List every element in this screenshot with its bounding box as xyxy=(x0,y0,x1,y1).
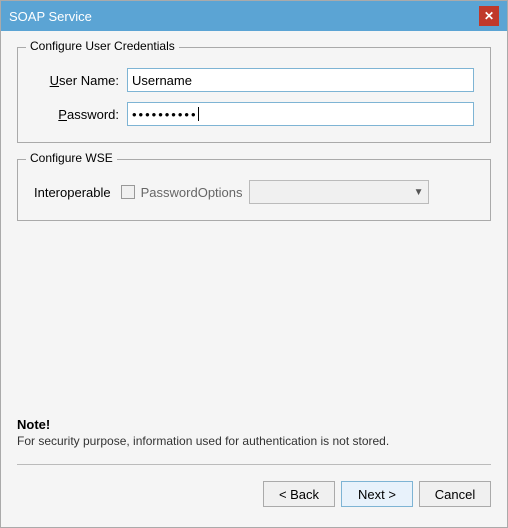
title-bar: SOAP Service ✕ xyxy=(1,1,507,31)
username-label: User Name: xyxy=(34,73,119,88)
password-options-dropdown[interactable]: ▼ xyxy=(249,180,429,204)
password-row: Password: •••••••••• xyxy=(34,102,474,126)
soap-service-window: SOAP Service ✕ Configure User Credential… xyxy=(0,0,508,528)
note-text: For security purpose, information used f… xyxy=(17,434,491,448)
divider xyxy=(17,464,491,465)
password-input-display[interactable]: •••••••••• xyxy=(127,102,474,126)
content-area: Configure User Credentials User Name: Pa… xyxy=(1,31,507,527)
next-button[interactable]: Next > xyxy=(341,481,413,507)
cancel-button[interactable]: Cancel xyxy=(419,481,491,507)
button-row: < Back Next > Cancel xyxy=(17,473,491,511)
note-title: Note! xyxy=(17,417,491,432)
password-dots: •••••••••• xyxy=(132,107,198,122)
wse-row: Interoperable PasswordOptions ▼ xyxy=(34,180,474,204)
interoperable-label: Interoperable xyxy=(34,185,111,200)
wse-fieldset: Configure WSE Interoperable PasswordOpti… xyxy=(17,159,491,221)
password-label: Password: xyxy=(34,107,119,122)
password-options-label: PasswordOptions xyxy=(141,185,243,200)
back-button[interactable]: < Back xyxy=(263,481,335,507)
interoperable-checkbox[interactable] xyxy=(121,185,135,199)
dropdown-arrow-icon: ▼ xyxy=(414,187,424,198)
username-input[interactable] xyxy=(127,68,474,92)
credentials-legend: Configure User Credentials xyxy=(26,39,179,53)
note-section: Note! For security purpose, information … xyxy=(17,417,491,456)
credentials-fieldset: Configure User Credentials User Name: Pa… xyxy=(17,47,491,143)
window-title: SOAP Service xyxy=(9,9,92,24)
password-cursor xyxy=(198,107,199,121)
wse-legend: Configure WSE xyxy=(26,151,117,165)
close-button[interactable]: ✕ xyxy=(479,6,499,26)
spacer xyxy=(17,237,491,417)
username-row: User Name: xyxy=(34,68,474,92)
